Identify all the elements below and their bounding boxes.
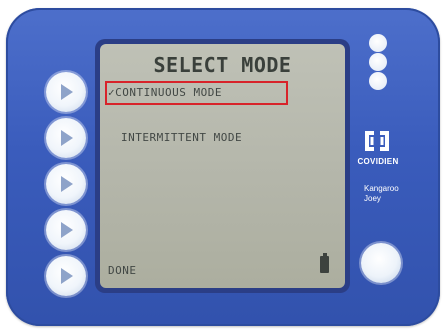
covidien-logo-icon [365,131,389,151]
product-name-line2: Joey [364,194,381,203]
soft-key-5-button[interactable] [46,256,86,296]
play-icon [61,176,73,192]
soft-key-2-button[interactable] [46,118,86,158]
done-softkey-label: DONE [108,264,137,277]
battery-icon [320,253,329,273]
play-icon [61,222,73,238]
play-icon [61,268,73,284]
indicator-light-1 [369,34,387,52]
soft-key-1-button[interactable] [46,72,86,112]
brand-name: COVIDIEN [357,157,399,166]
play-icon [61,84,73,100]
selection-highlight [105,81,288,105]
product-name: Kangaroo Joey [364,184,399,204]
soft-key-4-button[interactable] [46,210,86,250]
play-icon [61,130,73,146]
screen-title: SELECT MODE [153,53,292,77]
option-intermittent-mode[interactable]: INTERMITTENT MODE [121,131,242,144]
round-action-button[interactable] [361,243,401,283]
indicator-light-3 [369,72,387,90]
soft-key-3-button[interactable] [46,164,86,204]
product-name-line1: Kangaroo [364,184,399,193]
indicator-light-2 [369,53,387,71]
